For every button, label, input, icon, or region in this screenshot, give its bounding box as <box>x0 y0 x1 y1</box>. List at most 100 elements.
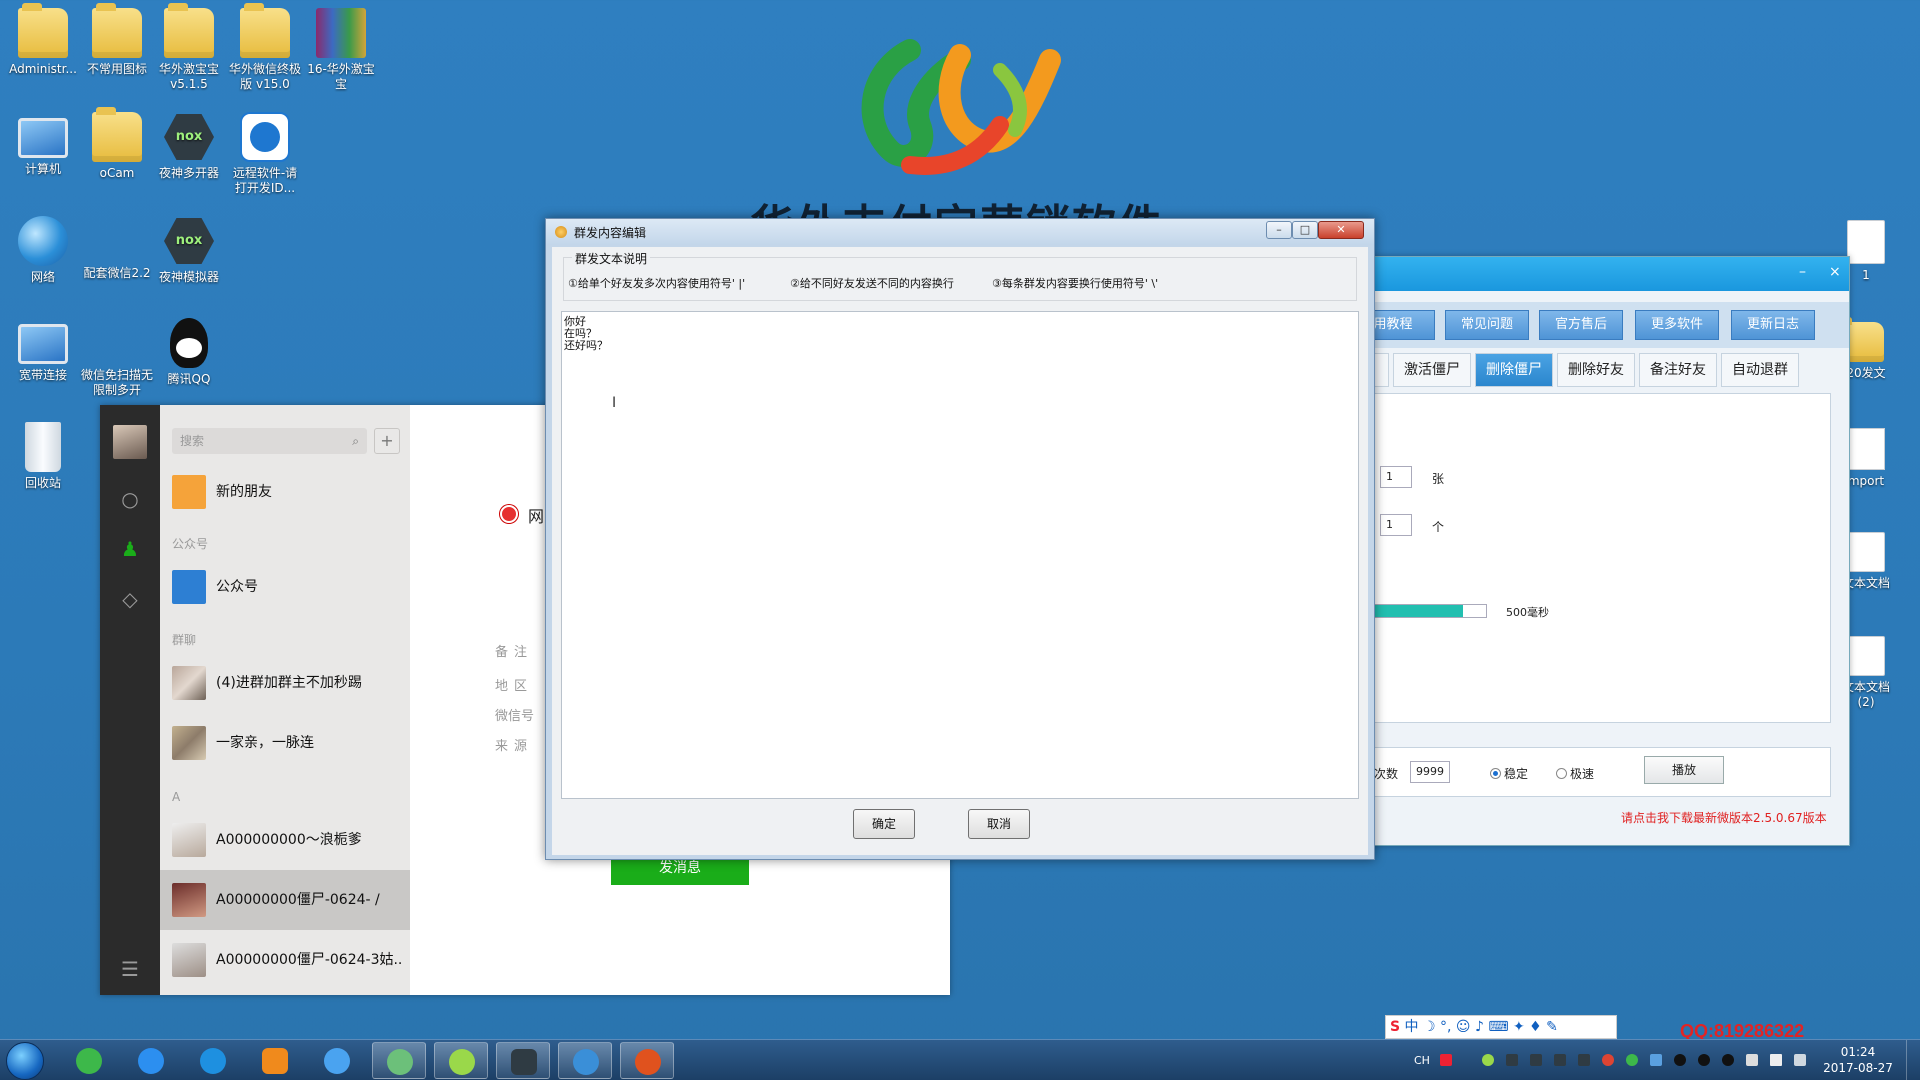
tray-language[interactable]: CH <box>1414 1054 1430 1067</box>
tray-nox-icon[interactable] <box>1578 1054 1590 1066</box>
close-button[interactable]: ✕ <box>1318 221 1364 239</box>
download-notice-link[interactable]: 请点击我下载最新微版本2.5.0.67版本 <box>1621 809 1827 826</box>
avatar[interactable] <box>113 425 147 459</box>
official-account-icon <box>172 570 206 604</box>
nav-more-software-button[interactable]: 更多软件 <box>1635 310 1719 340</box>
desktop-icon-huawai-jibao[interactable]: 华外激宝宝 v5.1.5 <box>146 3 232 92</box>
minimize-button[interactable]: – <box>1266 221 1292 239</box>
winrar-icon <box>316 8 366 58</box>
chat-icon[interactable]: ○ <box>118 487 142 511</box>
folder-icon <box>240 3 290 58</box>
count-field-2[interactable]: 1 <box>1380 514 1412 536</box>
add-button[interactable]: + <box>374 428 400 454</box>
contacts-icon[interactable]: ♟ <box>118 537 142 561</box>
tray-360-icon[interactable] <box>1626 1054 1638 1066</box>
list-item-contact-1[interactable]: A000000000～浪栀爹 <box>160 810 410 870</box>
tray-nox-icon[interactable] <box>1554 1054 1566 1066</box>
send-message-button[interactable]: 发消息 <box>611 857 749 885</box>
delay-slider[interactable] <box>1372 604 1487 618</box>
tray-qq-icon[interactable] <box>1722 1054 1734 1066</box>
maximize-button[interactable]: □ <box>1292 221 1318 239</box>
desktop-icon-nox-emulator[interactable]: nox 夜神模拟器 <box>146 216 232 285</box>
tab-auto-quit-group[interactable]: 自动退群 <box>1721 353 1799 387</box>
desktop-icon-huawai-wechat[interactable]: 华外微信终极 版 v15.0 <box>222 3 308 92</box>
desktop-icon-16-huawai[interactable]: 16-华外激宝 宝 <box>298 8 384 92</box>
list-item-group-1[interactable]: (4)进群加群主不加秒踢 <box>160 653 410 713</box>
list-item-new-friends[interactable]: 新的朋友 <box>160 462 410 522</box>
show-desktop-button[interactable] <box>1906 1040 1920 1080</box>
tray-wechat-icon[interactable] <box>1482 1054 1494 1066</box>
wechat-sidebar: ○ ♟ ◇ ☰ <box>100 405 160 995</box>
excel-icon <box>1847 428 1885 470</box>
message-textarea[interactable]: 你好 在吗？ 还好吗？ I <box>561 311 1359 799</box>
tray-volume-icon[interactable] <box>1770 1054 1782 1066</box>
sogou-icon: S <box>1390 1019 1401 1035</box>
favorites-icon[interactable]: ◇ <box>118 587 142 611</box>
tray-qq-icon[interactable] <box>1674 1054 1686 1066</box>
clock-date: 2017-08-27 <box>1823 1061 1893 1075</box>
tray-nox-icon[interactable] <box>1506 1054 1518 1066</box>
nav-support-button[interactable]: 官方售后 <box>1539 310 1623 340</box>
broadband-icon <box>18 324 68 364</box>
start-button[interactable] <box>6 1042 44 1080</box>
tray-alert-icon[interactable] <box>1602 1054 1614 1066</box>
nav-faq-button[interactable]: 常见问题 <box>1445 310 1529 340</box>
message-line-1: 你好 <box>564 315 586 328</box>
tab-remark-friend[interactable]: 备注好友 <box>1639 353 1717 387</box>
repeat-count-input[interactable]: 9999 <box>1410 761 1450 783</box>
play-button[interactable]: 播放 <box>1644 756 1724 784</box>
contact-avatar <box>172 883 206 917</box>
ime-mode: 中 <box>1404 1019 1419 1035</box>
radio-fast[interactable]: 极速 <box>1556 765 1594 782</box>
list-item-contact-2[interactable]: A00000000僵尸-0624- / <box>160 870 410 930</box>
desktop-icon-remote[interactable]: 远程软件-请 打开发ID... <box>222 112 308 196</box>
nox-icon: nox <box>164 114 214 160</box>
globe-icon <box>573 1049 599 1075</box>
minimize-button[interactable]: – <box>1799 264 1806 280</box>
list-item-official[interactable]: 公众号 <box>160 557 410 617</box>
instruction-3: ③每条群发内容要换行使用符号' \' <box>992 277 1159 290</box>
nox-icon: nox <box>164 218 214 264</box>
taskbar-nox[interactable] <box>496 1042 550 1079</box>
tray-flag-icon[interactable] <box>1746 1054 1758 1066</box>
ninja-icon <box>635 1049 661 1075</box>
desktop-icon-qq[interactable]: 腾讯QQ <box>146 318 232 387</box>
tray-sogou-icon[interactable] <box>1440 1054 1452 1066</box>
desktop-icon-nox-multi[interactable]: nox 夜神多开器 <box>146 112 232 181</box>
network-icon <box>18 216 68 266</box>
tray-nox-icon[interactable] <box>1530 1054 1542 1066</box>
tray-qq-icon[interactable] <box>1698 1054 1710 1066</box>
taskbar-clock[interactable]: 01:24 2017-08-27 <box>1818 1044 1898 1076</box>
count-field-1[interactable]: 1 <box>1380 466 1412 488</box>
taskbar-ie[interactable] <box>186 1042 240 1079</box>
taskbar-360-safe[interactable] <box>124 1042 178 1079</box>
new-friend-icon <box>172 475 206 509</box>
taskbar-globe-app[interactable] <box>558 1042 612 1079</box>
close-button[interactable]: × <box>1829 264 1841 280</box>
menu-icon[interactable]: ☰ <box>118 957 142 981</box>
instruction-1: ①给单个好友发多次内容使用符号' |' <box>568 277 746 290</box>
nav-changelog-button[interactable]: 更新日志 <box>1731 310 1815 340</box>
list-item-contact-3[interactable]: A00000000僵尸-0624-3姑... <box>160 930 410 990</box>
ime-toolbar[interactable]: S 中 ☽ °, ☺ ♪ ⌨ ✦ ♦ ✎ <box>1385 1015 1617 1039</box>
taskbar-marketing-app[interactable] <box>620 1042 674 1079</box>
app-icon <box>555 226 567 238</box>
list-item-group-2[interactable]: 一家亲，一脉连 <box>160 713 410 773</box>
ok-button[interactable]: 确定 <box>853 809 915 839</box>
tray-network-icon[interactable] <box>1650 1054 1662 1066</box>
taskbar-wechat[interactable] <box>434 1042 488 1079</box>
taskbar-360-browser[interactable] <box>62 1042 116 1079</box>
tray-monitor-icon[interactable] <box>1794 1054 1806 1066</box>
taskbar-baidu-netdisk[interactable] <box>310 1042 364 1079</box>
cancel-button[interactable]: 取消 <box>968 809 1030 839</box>
tab-delete-friend[interactable]: 删除好友 <box>1557 353 1635 387</box>
taskbar-network-app[interactable] <box>372 1042 426 1079</box>
tab-delete-zombie[interactable]: 删除僵尸 <box>1475 353 1553 387</box>
taskbar-uc[interactable] <box>248 1042 302 1079</box>
tab-activate-zombie[interactable]: 激活僵尸 <box>1393 353 1471 387</box>
search-input[interactable]: 搜索 ⌕ <box>172 428 367 454</box>
contact-avatar <box>172 823 206 857</box>
desktop-icon-recycle-bin[interactable]: 回收站 <box>0 422 86 491</box>
radio-stable[interactable]: 稳定 <box>1490 765 1528 782</box>
count-label: 次数 <box>1374 767 1399 781</box>
